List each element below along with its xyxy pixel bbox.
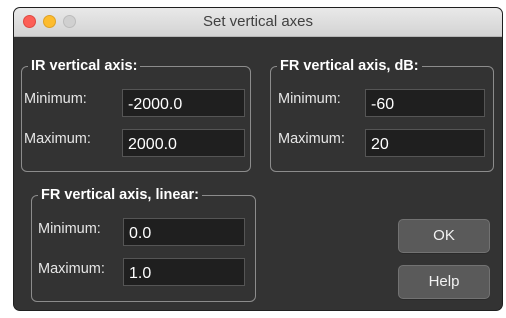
window-title: Set vertical axes [202, 13, 314, 30]
fr-db-maximum-label: Maximum: [278, 131, 345, 147]
dialog-window: Set vertical axes IR vertical axis: Mini… [14, 8, 502, 310]
ir-minimum-input[interactable] [122, 89, 245, 117]
ir-maximum-label: Maximum: [24, 131, 91, 147]
ir-maximum-input[interactable] [122, 129, 245, 157]
fr-db-minimum-label: Minimum: [278, 91, 341, 107]
title-bar[interactable]: Set vertical axes [14, 8, 502, 37]
ir-vertical-axis-legend: IR vertical axis: [31, 58, 138, 74]
ir-minimum-label: Minimum: [24, 91, 87, 107]
fr-linear-maximum-input[interactable] [123, 258, 245, 286]
help-button[interactable]: Help [398, 265, 490, 299]
fr-linear-axis-legend: FR vertical axis, linear: [41, 187, 199, 203]
fr-db-maximum-input[interactable] [365, 129, 485, 157]
fr-linear-maximum-label: Maximum: [38, 261, 105, 277]
fr-db-minimum-input[interactable] [365, 89, 485, 117]
ok-button[interactable]: OK [398, 219, 490, 253]
dialog-content: IR vertical axis: Minimum: Maximum: FR v… [14, 37, 502, 310]
fr-linear-minimum-input[interactable] [123, 218, 245, 246]
fr-db-axis-legend: FR vertical axis, dB: [280, 58, 419, 74]
fr-linear-minimum-label: Minimum: [38, 221, 101, 237]
